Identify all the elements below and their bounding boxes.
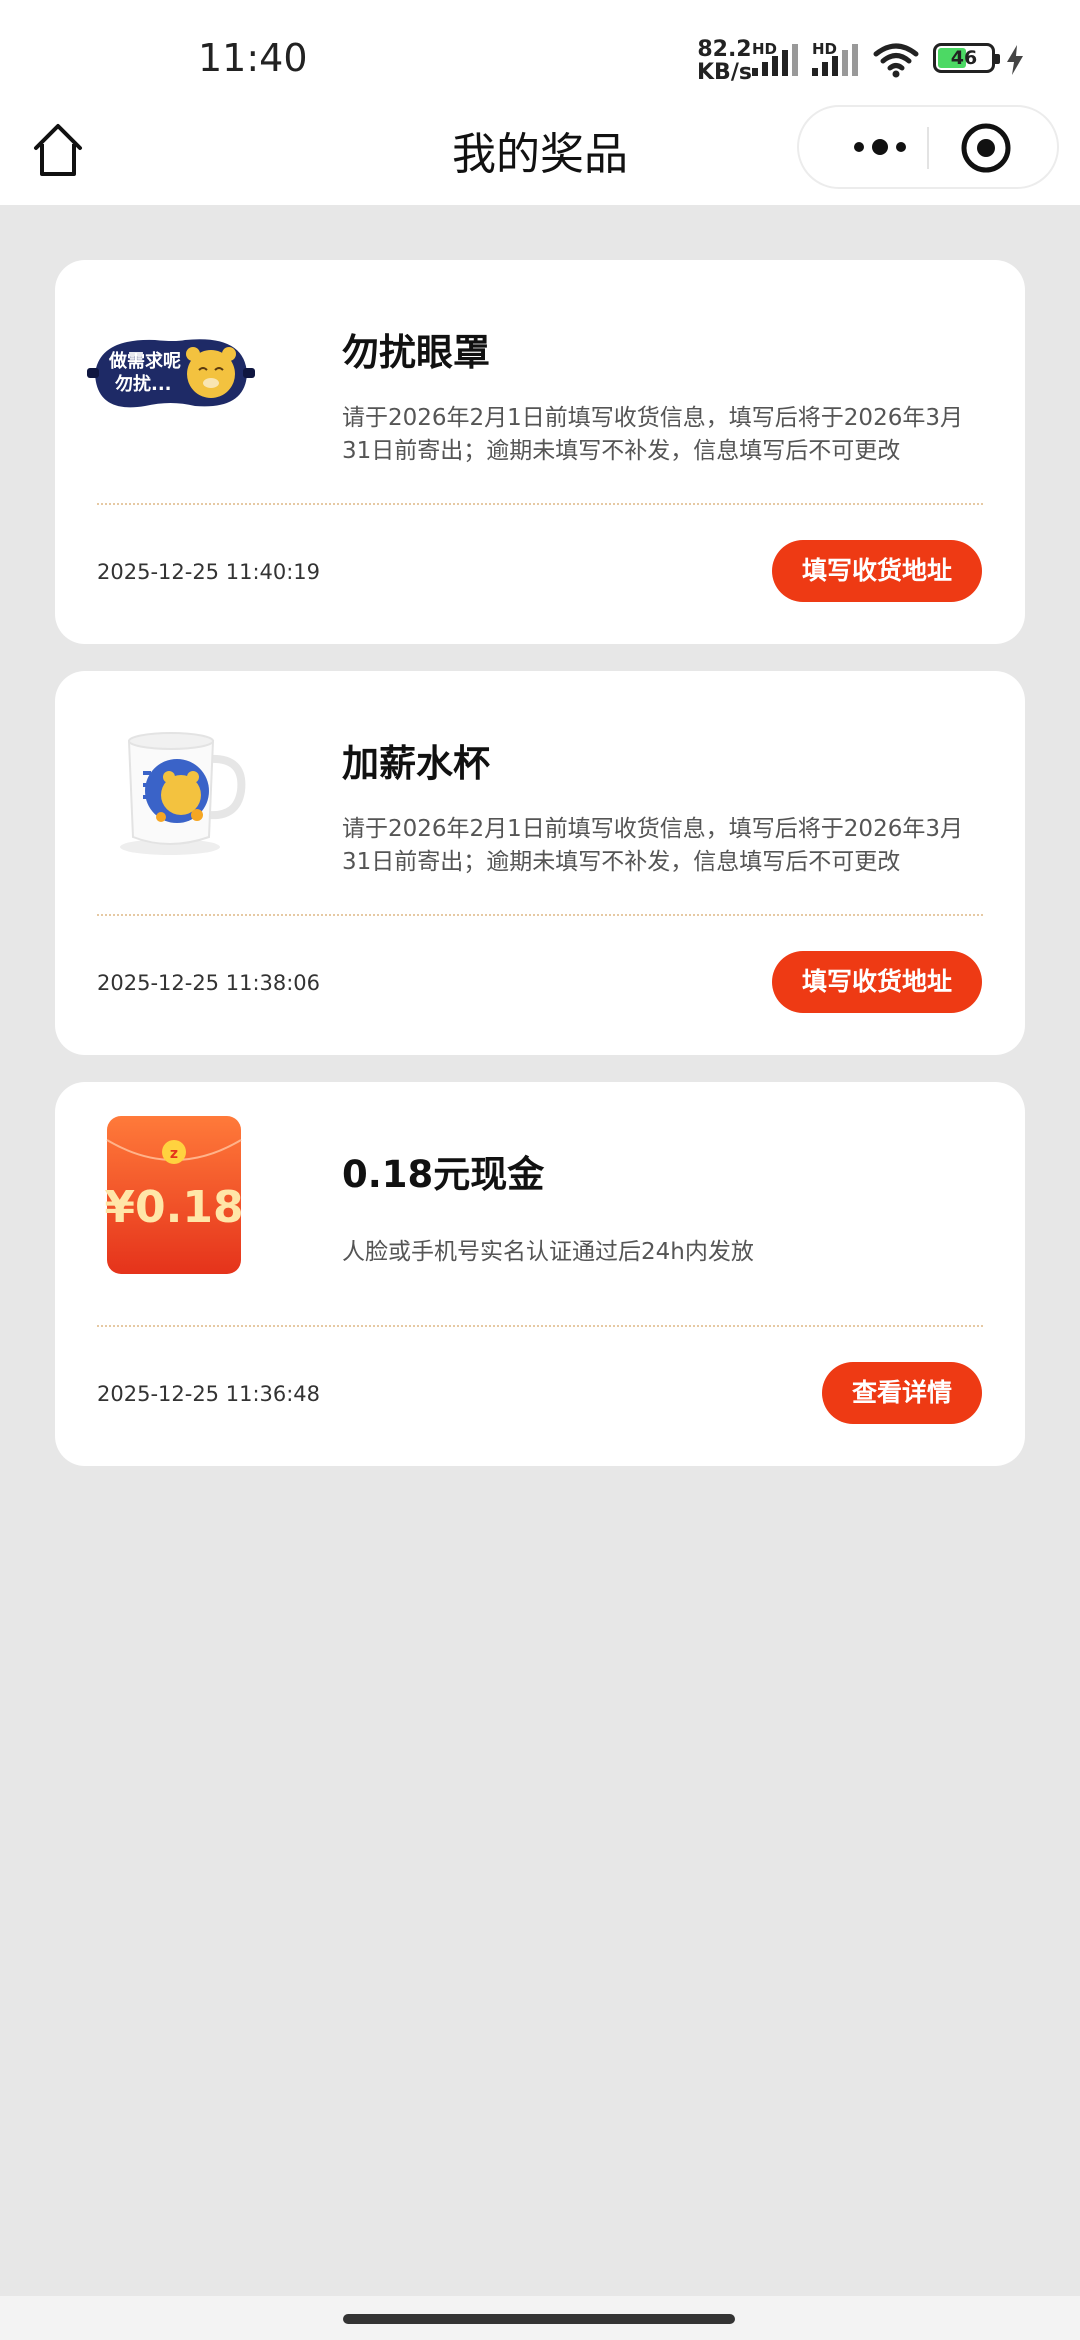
prize-timestamp: 2025-12-25 11:36:48: [97, 1382, 321, 1406]
fill-address-button[interactable]: 填写收货地址: [771, 951, 982, 1013]
network-speed: 82.2 KB/s: [697, 38, 752, 84]
prize-name: 加薪水杯: [342, 742, 490, 785]
prize-name: 0.18元现金: [342, 1153, 545, 1196]
card-separator: [97, 914, 983, 916]
navigation-bar: 我的奖品: [0, 105, 1080, 205]
network-speed-unit: KB/s: [697, 60, 752, 85]
envelope-amount: ¥0.18: [104, 1182, 243, 1233]
charging-icon: [1007, 45, 1023, 75]
status-bar: 11:40 82.2 KB/s HD HD 46: [0, 0, 1080, 110]
svg-text:z: z: [170, 1146, 178, 1162]
battery-level: 46: [950, 47, 978, 69]
miniprogram-capsule: [797, 105, 1059, 189]
cell-signal-1-icon: HD: [752, 40, 802, 76]
wifi-icon: [873, 43, 919, 78]
prize-description: 请于2026年2月1日前填写收货信息，填写后将于2026年3月31日前寄出；逾期…: [342, 816, 963, 875]
network-speed-value: 82.2: [697, 37, 752, 62]
home-indicator[interactable]: [343, 2314, 735, 2324]
prize-description: 请于2026年2月1日前填写收货信息，填写后将于2026年3月31日前寄出；逾期…: [342, 405, 963, 464]
cell-signal-2-icon: HD: [812, 40, 862, 76]
eye-mask-text-1: 做需求呢: [108, 350, 181, 372]
fill-address-button[interactable]: 填写收货地址: [771, 540, 982, 602]
red-envelope-image: z ¥0.18: [104, 1116, 244, 1274]
prize-card: 做需求呢 勿扰... 勿扰眼罩 请于2026年2月1日前填写收货信息，填写后将于…: [55, 260, 1025, 644]
prize-card: 加薪水杯 请于2026年2月1日前填写收货信息，填写后将于2026年3月31日前…: [55, 671, 1025, 1055]
eye-mask-image: 做需求呢 勿扰...: [87, 339, 255, 408]
prize-timestamp: 2025-12-25 11:40:19: [97, 560, 321, 584]
capsule-divider: [927, 127, 929, 169]
card-separator: [97, 1325, 983, 1327]
prize-timestamp: 2025-12-25 11:38:06: [97, 971, 321, 995]
prize-name: 勿扰眼罩: [342, 331, 490, 374]
home-indicator-bar: [0, 2296, 1080, 2340]
prize-description: 人脸或手机号实名认证通过后24h内发放: [342, 1239, 754, 1265]
more-options-icon[interactable]: [835, 123, 925, 171]
status-time: 11:40: [198, 36, 308, 80]
eye-mask-text-2: 勿扰...: [114, 373, 172, 395]
battery-icon: 46: [933, 43, 1000, 73]
prize-card: z ¥0.18 0.18元现金 人脸或手机号实名认证通过后24h内发放 2025…: [55, 1082, 1025, 1466]
close-miniprogram-icon[interactable]: [959, 121, 1013, 175]
mug-image: [120, 732, 246, 855]
card-separator: [97, 503, 983, 505]
view-details-button[interactable]: 查看详情: [821, 1362, 982, 1424]
